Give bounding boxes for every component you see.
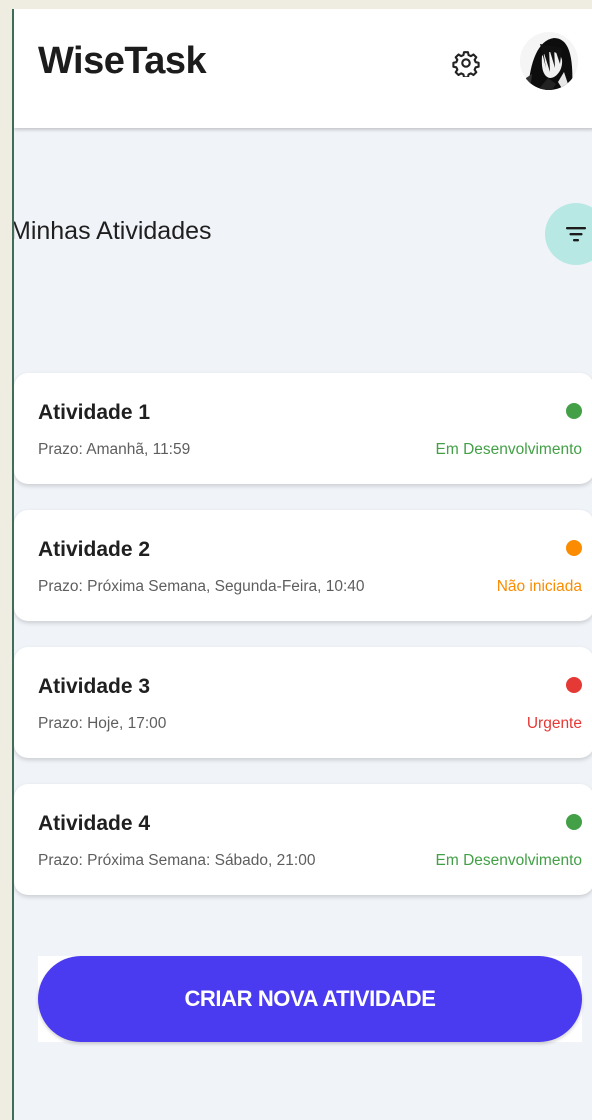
create-activity-button[interactable]: CRIAR NOVA ATIVIDADE: [38, 956, 582, 1042]
section-title: Minhas Atividades: [12, 217, 212, 245]
create-button-wrapper: CRIAR NOVA ATIVIDADE: [38, 956, 582, 1042]
task-card[interactable]: Atividade 3 Prazo: Hoje, 17:00 Urgente: [14, 647, 592, 758]
task-title: Atividade 4: [38, 812, 151, 835]
task-status: Em Desenvolvimento: [435, 441, 582, 458]
task-card[interactable]: Atividade 1 Prazo: Amanhã, 11:59 Em Dese…: [14, 373, 592, 484]
task-deadline: Prazo: Próxima Semana: Sábado, 21:00: [38, 852, 316, 869]
settings-button[interactable]: [450, 47, 482, 79]
gear-icon: [452, 51, 480, 77]
user-avatar[interactable]: [520, 32, 578, 90]
app-title: WiseTask: [38, 40, 207, 82]
task-deadline: Prazo: Amanhã, 11:59: [38, 441, 191, 458]
status-dot: [566, 814, 582, 830]
task-title: Atividade 1: [38, 401, 151, 424]
task-status: Urgente: [526, 715, 582, 732]
app-screen: WiseTask Minhas Atividades Atividade 1 P…: [12, 9, 592, 1120]
status-dot: [566, 677, 582, 693]
task-title: Atividade 3: [38, 675, 151, 698]
task-deadline: Prazo: Hoje, 17:00: [38, 715, 167, 732]
filter-icon: [566, 227, 586, 242]
task-card[interactable]: Atividade 2 Prazo: Próxima Semana, Segun…: [14, 510, 592, 621]
task-status: Em Desenvolvimento: [435, 852, 582, 869]
task-card[interactable]: Atividade 4 Prazo: Próxima Semana: Sábad…: [14, 784, 592, 895]
task-deadline: Prazo: Próxima Semana, Segunda-Feira, 10…: [38, 578, 365, 595]
filter-button[interactable]: [545, 203, 592, 265]
user-avatar-icon: [520, 32, 578, 90]
task-title: Atividade 2: [38, 538, 151, 561]
task-status: Não iniciada: [496, 578, 582, 595]
status-dot: [566, 403, 582, 419]
app-header: WiseTask: [14, 9, 592, 128]
status-dot: [566, 540, 582, 556]
